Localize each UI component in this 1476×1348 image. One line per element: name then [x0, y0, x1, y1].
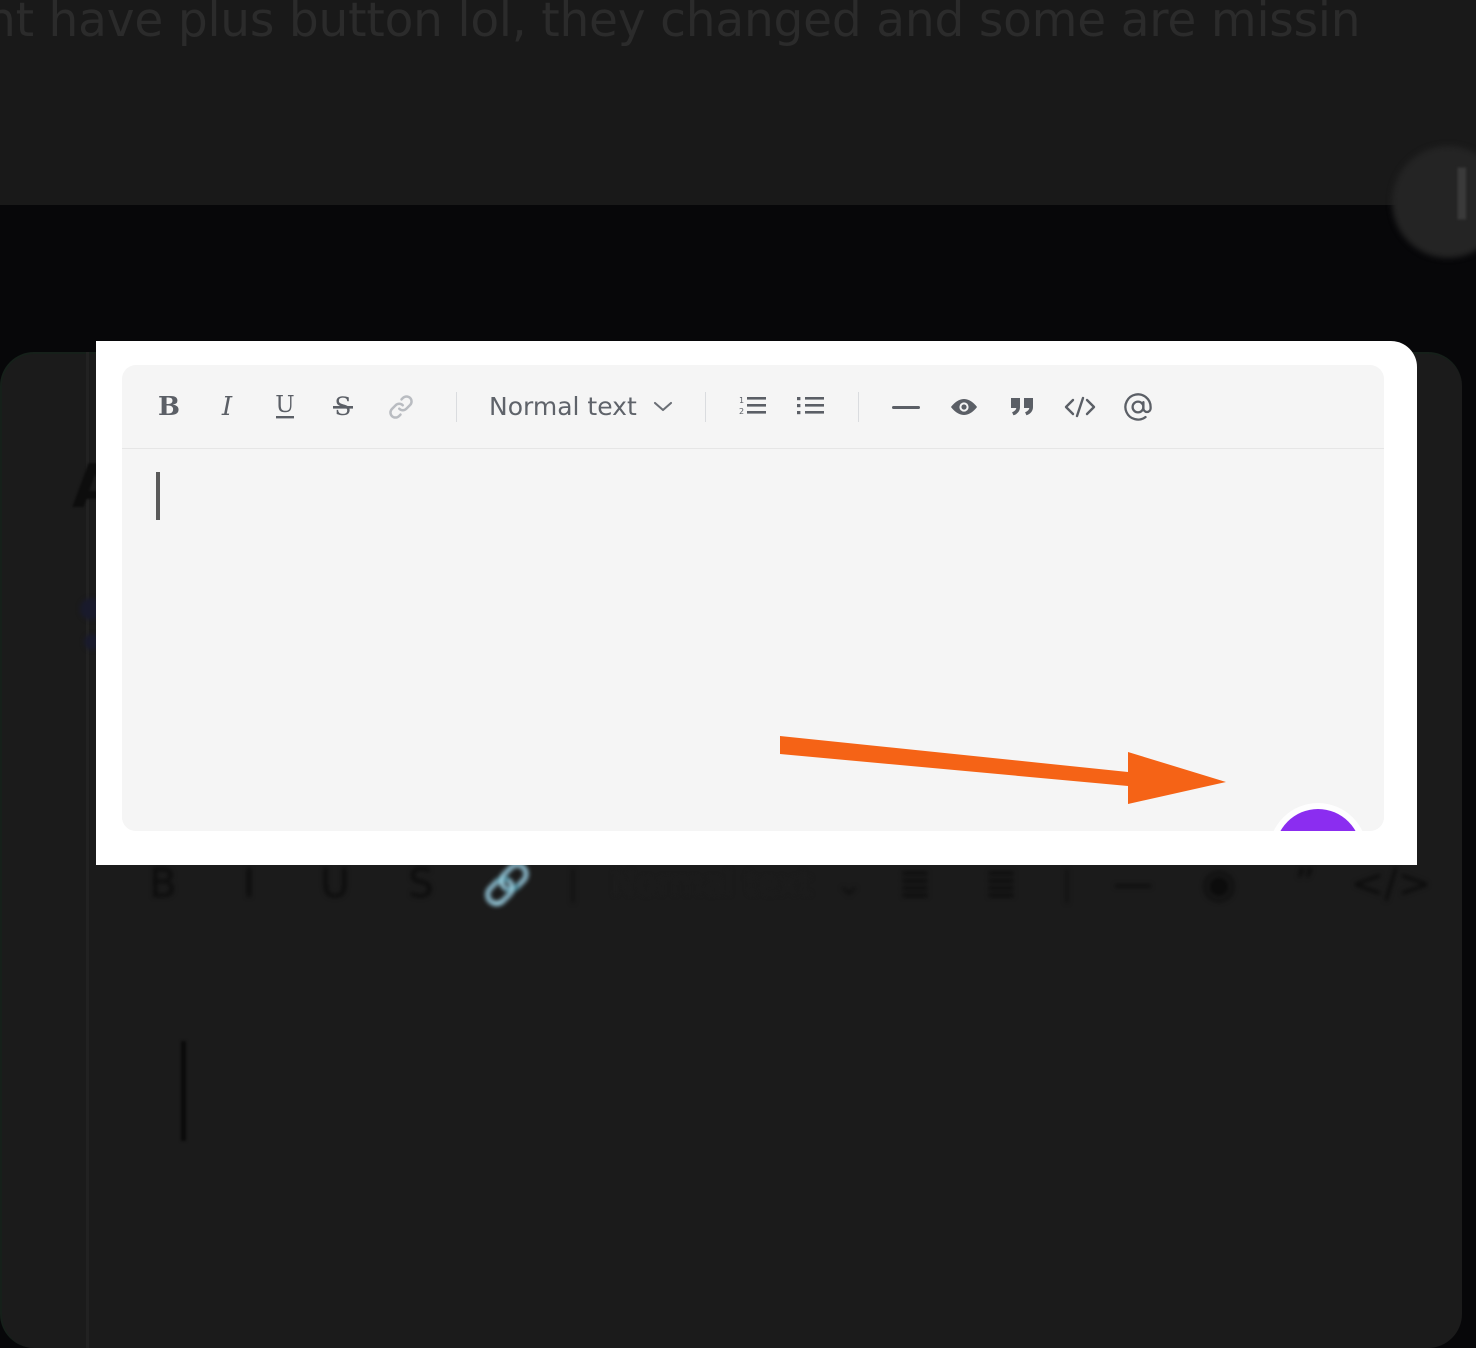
background-chevron-down-icon: ⌄ — [834, 864, 864, 904]
toolbar-separator — [857, 391, 859, 422]
background-separator: | — [1061, 864, 1073, 904]
editor-overlay-panel: B I U S Normal text 1 2 — [96, 341, 1417, 865]
background-separator: | — [567, 864, 579, 904]
background-eye-icon: ◉ — [1201, 861, 1237, 907]
background-italic-icon: I — [243, 861, 255, 907]
italic-button[interactable]: I — [198, 378, 256, 436]
toolbar-separator — [456, 391, 457, 422]
svg-text:2: 2 — [739, 407, 744, 416]
bold-button[interactable]: B — [140, 378, 198, 436]
background-strikethrough-icon: S — [408, 861, 434, 907]
background-link-icon: 🔗 — [482, 861, 532, 908]
strikethrough-button[interactable]: S — [314, 378, 372, 436]
rich-text-editor-card: B I U S Normal text 1 2 — [122, 365, 1384, 831]
svg-text:B: B — [158, 392, 180, 422]
editor-toolbar: B I U S Normal text 1 2 — [122, 365, 1384, 449]
background-avatar-glyph: ❙❙ — [1440, 160, 1476, 220]
svg-text:I: I — [221, 392, 233, 422]
background-quote-icon: ” — [1294, 861, 1316, 907]
chevron-down-icon — [653, 400, 673, 413]
text-caret — [156, 472, 160, 520]
background-bold-icon: B — [149, 861, 177, 907]
plus-icon — [1296, 830, 1340, 831]
background-text-caret — [181, 1041, 186, 1141]
screenshot-root: nt have plus button lol, they changed an… — [0, 0, 1476, 1348]
mention-button[interactable] — [1109, 378, 1167, 436]
background-bullet-list-icon: ≣ — [984, 861, 1018, 907]
ordered-list-button[interactable]: 1 2 — [724, 378, 782, 436]
spoiler-eye-icon[interactable] — [935, 378, 993, 436]
add-attachment-button[interactable] — [1275, 809, 1361, 831]
quote-button[interactable] — [993, 378, 1051, 436]
bullet-list-button[interactable] — [782, 378, 840, 436]
editor-content-area[interactable] — [122, 449, 1384, 831]
svg-text:1: 1 — [739, 396, 744, 405]
toolbar-separator — [704, 391, 706, 422]
link-icon[interactable] — [372, 378, 430, 436]
background-horizontal-rule-icon: — — [1113, 861, 1153, 907]
svg-text:U: U — [275, 392, 294, 418]
background-style-dropdown: Normal text — [610, 864, 812, 904]
underline-button[interactable]: U — [256, 378, 314, 436]
background-headline-text: nt have plus button lol, they changed an… — [0, 0, 1361, 48]
horizontal-rule-button[interactable] — [877, 378, 935, 436]
text-style-dropdown-value: Normal text — [489, 392, 637, 421]
text-style-dropdown[interactable]: Normal text — [475, 378, 687, 436]
background-ordered-list-icon: ≣ — [898, 861, 932, 907]
background-underline-icon: U — [320, 861, 350, 907]
code-block-button[interactable] — [1051, 378, 1109, 436]
background-code-icon: </> — [1350, 861, 1432, 907]
